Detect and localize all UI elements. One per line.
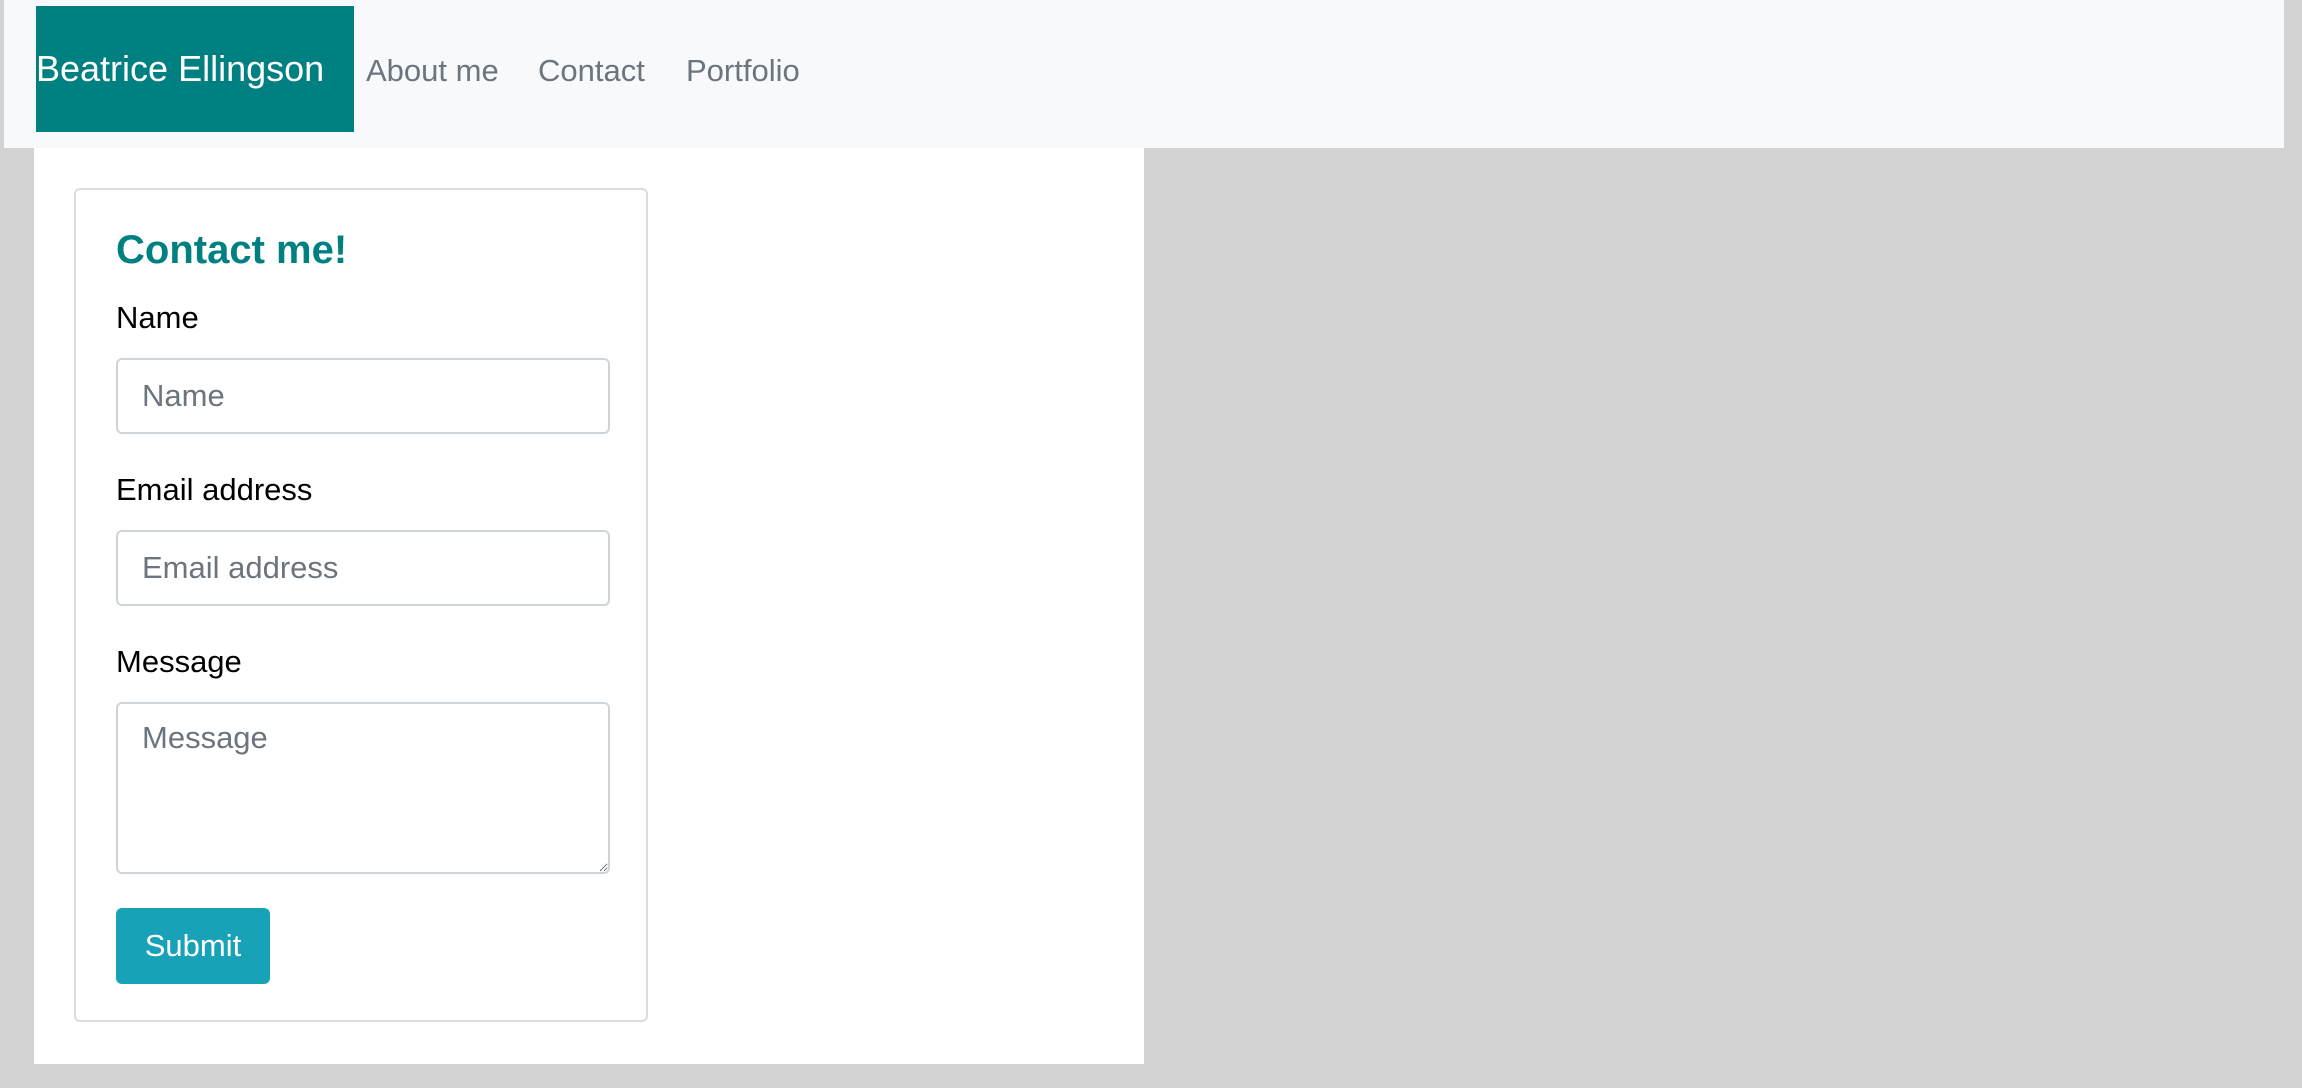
submit-button[interactable]: Submit: [116, 908, 270, 984]
email-input[interactable]: [116, 530, 610, 606]
contact-form-title: Contact me!: [116, 228, 348, 272]
nav-link-contact[interactable]: Contact: [538, 6, 645, 132]
contact-form-card: Contact me! Name Email address Message S…: [74, 188, 648, 1022]
main-content: Contact me! Name Email address Message S…: [34, 148, 1144, 1064]
brand-link[interactable]: Beatrice Ellingson: [36, 6, 354, 132]
top-navbar: Beatrice Ellingson About me Contact Port…: [4, 0, 2284, 148]
nav-link-portfolio[interactable]: Portfolio: [686, 6, 800, 132]
email-label: Email address: [116, 472, 313, 507]
name-input[interactable]: [116, 358, 610, 434]
message-textarea[interactable]: [116, 702, 610, 874]
message-label: Message: [116, 644, 242, 679]
nav-link-about-me[interactable]: About me: [366, 6, 499, 132]
name-label: Name: [116, 300, 199, 335]
